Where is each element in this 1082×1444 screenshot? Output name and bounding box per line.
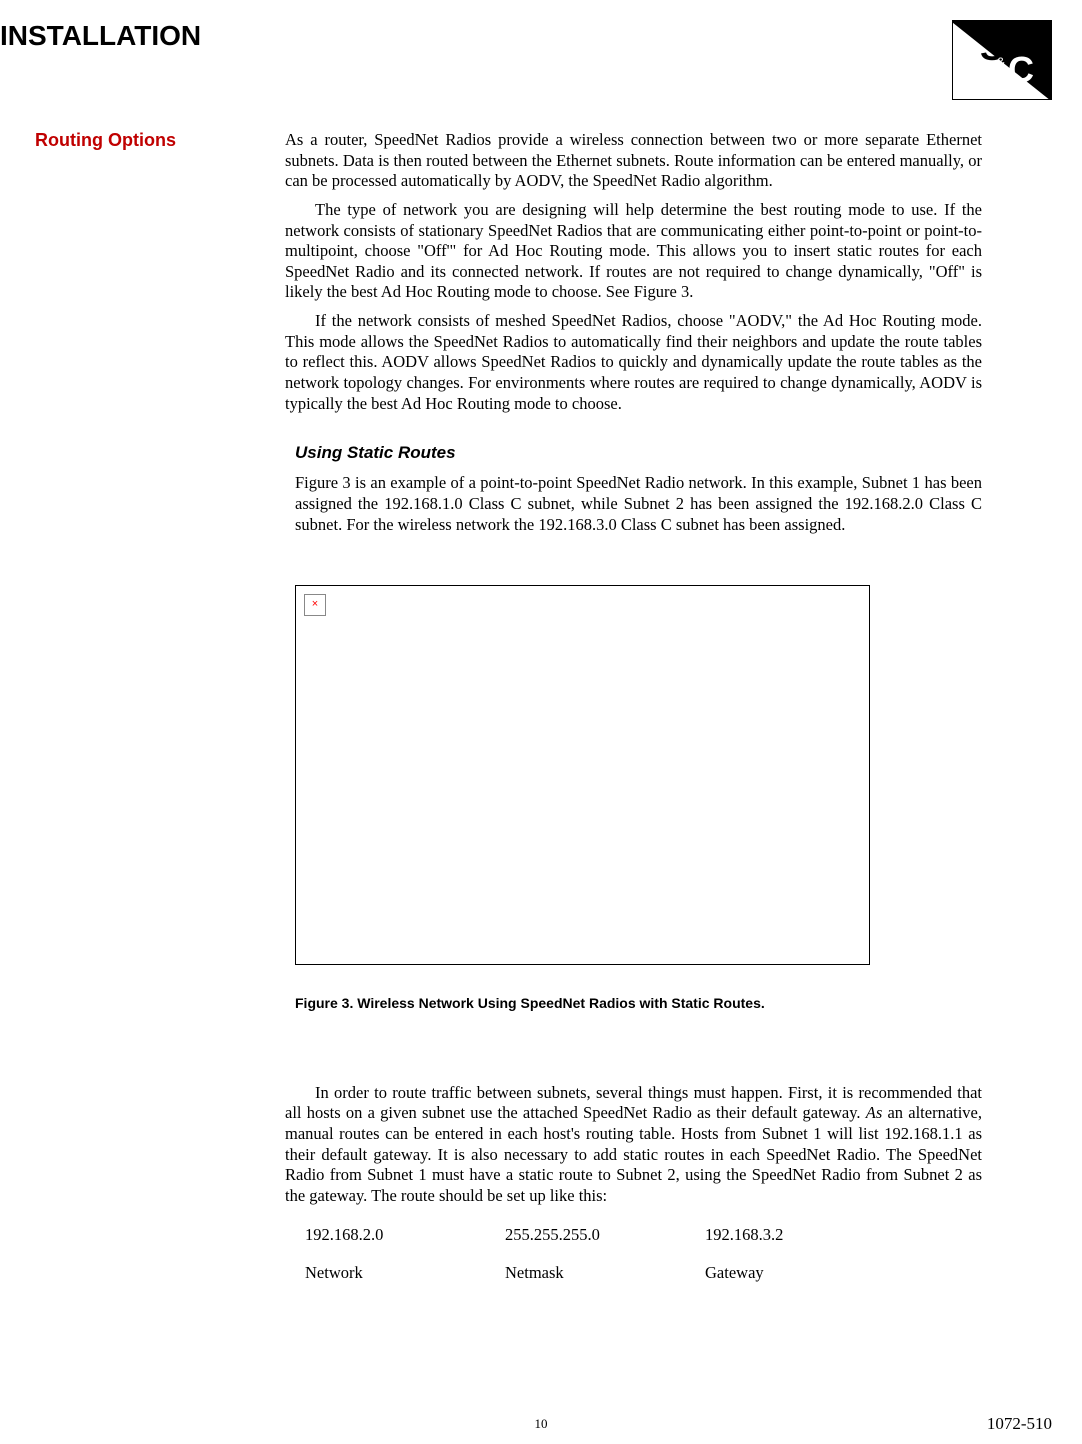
table-row: 192.168.2.0 255.255.255.0 192.168.3.2 [305, 1225, 982, 1246]
paragraph: If the network consists of meshed SpeedN… [285, 311, 982, 414]
paragraph: Figure 3 is an example of a point-to-poi… [295, 473, 982, 535]
figure-placeholder: × [295, 585, 870, 965]
page-number: 10 [535, 1416, 548, 1432]
table-cell: Gateway [705, 1263, 905, 1284]
section-heading: Routing Options [35, 130, 275, 151]
sidebar: Routing Options [0, 130, 285, 1302]
figure-caption: Figure 3. Wireless Network Using SpeedNe… [295, 995, 982, 1013]
body-column: As a router, SpeedNet Radios provide a w… [285, 130, 1082, 1302]
paragraph: In order to route traffic between subnet… [285, 1083, 982, 1207]
broken-image-icon: × [304, 594, 326, 616]
table-cell: Netmask [505, 1263, 705, 1284]
route-table: 192.168.2.0 255.255.255.0 192.168.3.2 Ne… [305, 1225, 982, 1284]
text-italic: As [866, 1103, 883, 1122]
table-row: Network Netmask Gateway [305, 1263, 982, 1284]
brand-logo-icon: S C & [952, 20, 1052, 100]
header-row: INSTALLATION S C & [0, 0, 1082, 100]
table-cell: 192.168.3.2 [705, 1225, 905, 1246]
table-cell: 255.255.255.0 [505, 1225, 705, 1246]
table-cell: 192.168.2.0 [305, 1225, 505, 1246]
paragraph: As a router, SpeedNet Radios provide a w… [285, 130, 982, 192]
table-cell: Network [305, 1263, 505, 1284]
svg-text:&: & [996, 54, 1006, 70]
svg-text:C: C [1008, 49, 1034, 90]
document-id: 1072-510 [987, 1414, 1052, 1434]
content-area: Routing Options As a router, SpeedNet Ra… [0, 100, 1082, 1302]
paragraph: The type of network you are designing wi… [285, 200, 982, 303]
page-title: INSTALLATION [0, 20, 201, 52]
subsection-heading: Using Static Routes [295, 442, 982, 463]
